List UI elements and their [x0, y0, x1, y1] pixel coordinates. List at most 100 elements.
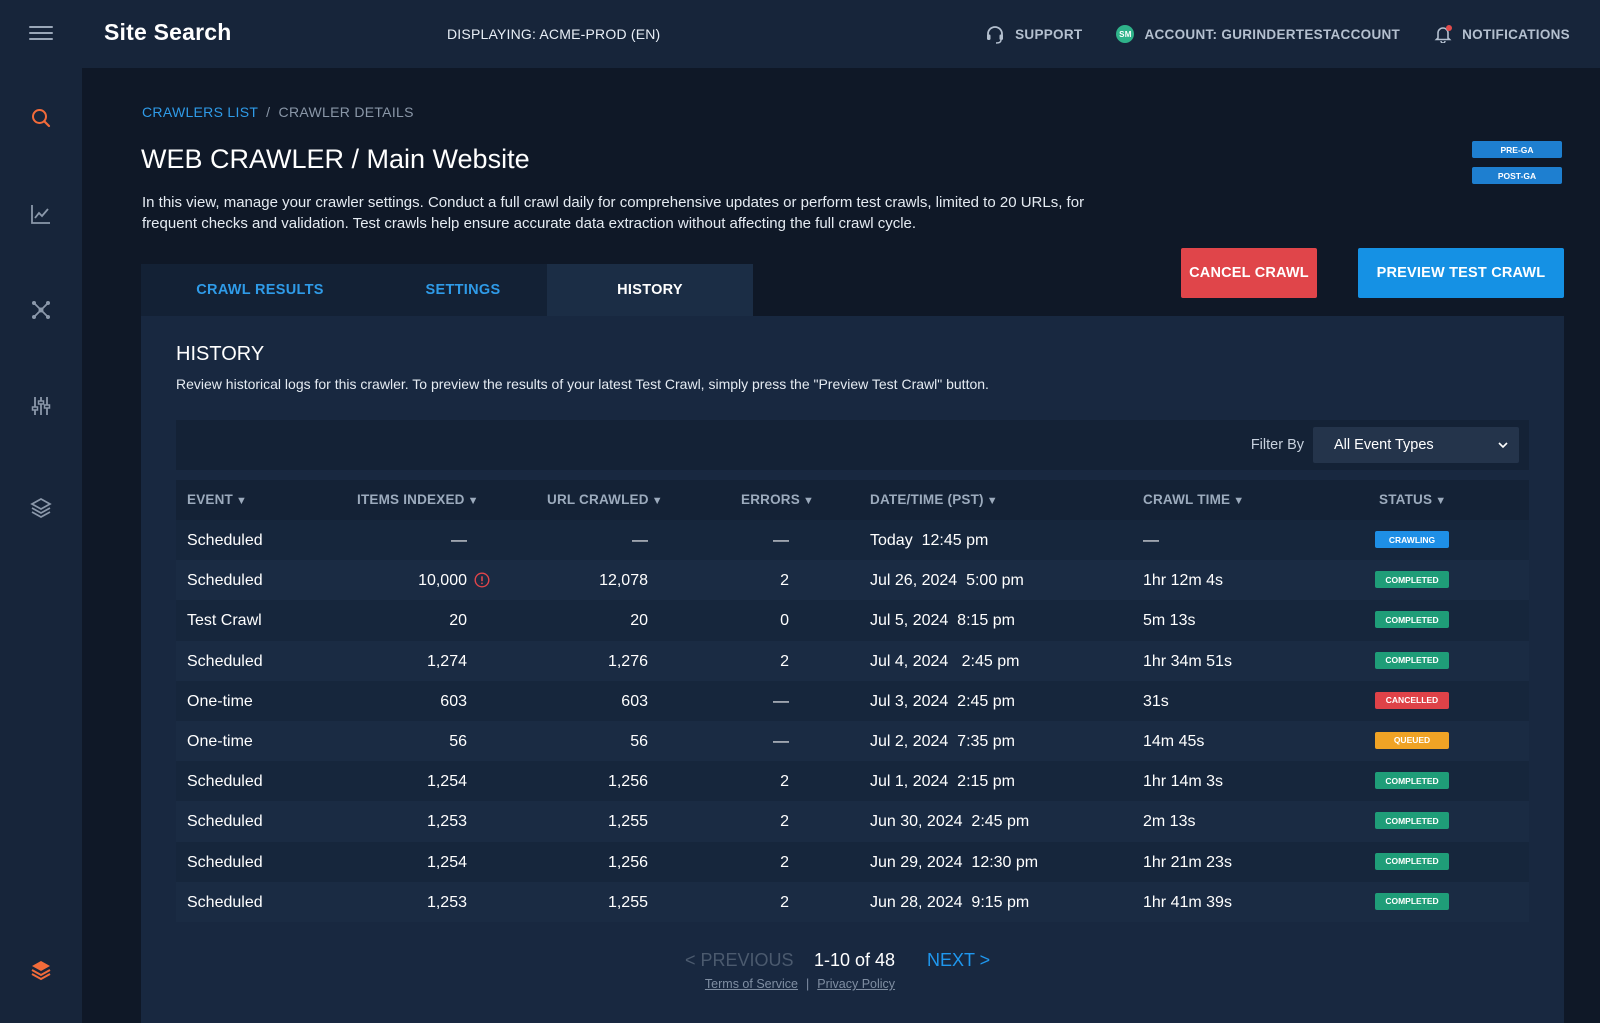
layers-icon[interactable] — [29, 496, 53, 520]
cell-event: Scheduled — [187, 572, 263, 590]
filter-label: Filter By — [1250, 437, 1304, 453]
cell-errors: 2 — [780, 813, 789, 831]
top-bar: Site Search DISPLAYING: ACME-PROD (EN) S… — [0, 0, 1600, 68]
support-link[interactable]: SUPPORT — [985, 24, 1082, 44]
column-header-status[interactable]: STATUS ▼ — [1379, 492, 1446, 507]
table-row[interactable]: Scheduled 1,254 1,256 2 Jul 1, 2024 2:15 pm 1… — [176, 761, 1529, 802]
table-row[interactable]: Scheduled 10,000 12,078 2 Jul 26, 2024 5:00 … — [176, 560, 1529, 601]
main-content: CRAWLERS LIST / CRAWLER DETAILS WEB CRAW… — [82, 68, 1600, 1023]
breadcrumb-current: CRAWLER DETAILS — [278, 104, 414, 120]
cell-datetime: Jul 4, 2024 2:45 pm — [870, 652, 1020, 670]
status-badge: COMPLETED — [1375, 852, 1449, 870]
post-ga-badge[interactable]: POST-GA — [1472, 167, 1562, 184]
cell-crawl-time: — — [1143, 532, 1159, 549]
history-table: EVENT ▼ ITEMS INDEXED ▼ URL CRAWLED ▼ ERROR… — [176, 480, 1529, 922]
table-row[interactable]: Scheduled — — — Today 12:45 pm — CRAWLING — [176, 520, 1529, 561]
settings-sliders-icon[interactable] — [29, 394, 53, 418]
preview-test-crawl-button[interactable]: PREVIEW TEST CRAWL — [1358, 248, 1564, 298]
cell-items-indexed: 56 — [449, 732, 467, 750]
event-type-filter-select[interactable]: All Event Types — [1313, 427, 1519, 463]
cell-event: One-time — [187, 732, 253, 750]
cell-errors: — — [773, 692, 789, 710]
cell-datetime: Jul 1, 2024 2:15 pm — [870, 773, 1015, 791]
cell-errors: 2 — [780, 853, 789, 871]
tab-settings[interactable]: SETTINGS — [379, 264, 547, 316]
privacy-policy-link[interactable]: Privacy Policy — [817, 977, 895, 991]
cell-crawl-time: 31s — [1143, 692, 1169, 710]
cell-event: Scheduled — [187, 813, 263, 831]
sort-arrow-icon: ▼ — [986, 495, 998, 507]
cell-crawl-time: 1hr 34m 51s — [1143, 652, 1232, 670]
table-row[interactable]: One-time 56 56 — Jul 2, 2024 7:35 pm 14m 45s Q… — [176, 720, 1529, 762]
status-badge: CRAWLING — [1375, 531, 1449, 548]
cell-items-indexed: 1,253 — [426, 813, 467, 831]
cell-crawl-time: 14m 45s — [1143, 732, 1205, 750]
hamburger-menu-icon[interactable] — [26, 22, 56, 46]
tab-history[interactable]: HISTORY — [547, 264, 753, 316]
account-menu[interactable]: SM ACCOUNT: GURINDERTESTACCOUNT — [1116, 25, 1400, 43]
column-header-crawl-time[interactable]: CRAWL TIME ▼ — [1143, 492, 1244, 507]
status-badge: COMPLETED — [1375, 651, 1449, 669]
terms-of-service-link[interactable]: Terms of Service — [705, 977, 798, 991]
table-row[interactable]: Scheduled 1,254 1,256 2 Jun 29, 2024 12:30 p… — [176, 841, 1529, 882]
table-row[interactable]: Scheduled 1,274 1,276 2 Jul 4, 2024 2:45 pm 1… — [176, 640, 1529, 681]
cell-errors: 2 — [780, 773, 789, 791]
notifications-label: NOTIFICATIONS — [1462, 26, 1570, 42]
tab-crawl-results[interactable]: CRAWL RESULTS — [141, 264, 379, 316]
cell-errors: 0 — [780, 612, 789, 630]
tab-bar: CRAWL RESULTS SETTINGS HISTORY — [141, 264, 753, 316]
breadcrumb-crawlers-list[interactable]: CRAWLERS LIST — [142, 104, 258, 120]
analytics-icon[interactable] — [29, 202, 53, 226]
column-header-errors[interactable]: ERRORS ▼ — [741, 492, 814, 507]
cancel-crawl-button[interactable]: CANCEL CRAWL — [1181, 248, 1317, 298]
table-row[interactable]: Test Crawl 20 20 0 Jul 5, 2024 8:15 pm 5m 13s… — [176, 600, 1529, 641]
status-badge: COMPLETED — [1375, 571, 1449, 589]
cell-url-crawled: 1,255 — [607, 893, 648, 911]
column-header-datetime[interactable]: DATE/TIME (PST) ▼ — [870, 492, 998, 507]
table-header: EVENT ▼ ITEMS INDEXED ▼ URL CRAWLED ▼ ERROR… — [176, 480, 1529, 520]
column-header-event[interactable]: EVENT ▼ — [187, 492, 247, 507]
cell-url-crawled: 603 — [621, 692, 648, 710]
footer-separator: | — [806, 977, 810, 991]
headset-icon — [987, 26, 1004, 44]
search-icon[interactable] — [29, 106, 53, 130]
cell-event: Scheduled — [187, 893, 263, 911]
cell-items-indexed: 10,000 — [418, 572, 467, 590]
table-row[interactable]: One-time 603 603 — Jul 3, 2024 2:45 pm 31s CAN… — [176, 680, 1529, 721]
status-badge: COMPLETED — [1375, 611, 1449, 629]
table-row[interactable]: Scheduled 1,253 1,255 2 Jun 28, 2024 9:15 pm… — [176, 881, 1529, 922]
cell-url-crawled: 1,256 — [607, 773, 648, 791]
cell-crawl-time: 1hr 12m 4s — [1143, 572, 1224, 590]
cell-items-indexed: 1,253 — [426, 893, 467, 911]
table-row[interactable]: Scheduled 1,253 1,255 2 Jun 30, 2024 2:45 pm… — [176, 801, 1529, 842]
next-page-button[interactable]: NEXT > — [927, 950, 990, 971]
environment-display: DISPLAYING: ACME-PROD (EN) — [447, 26, 661, 42]
bell-icon — [1434, 25, 1453, 44]
previous-page-button[interactable]: < PREVIOUS — [685, 950, 794, 971]
status-badge: COMPLETED — [1375, 892, 1449, 910]
cell-items-indexed: 1,254 — [426, 853, 467, 871]
avatar: SM — [1116, 25, 1135, 43]
cell-errors: — — [773, 532, 789, 549]
warning-icon[interactable] — [474, 572, 490, 588]
table-body: Scheduled — — — Today 12:45 pm — CRAWLING Sched… — [176, 520, 1529, 922]
support-label: SUPPORT — [1015, 26, 1083, 42]
crawler-icon[interactable] — [29, 298, 53, 322]
column-header-items-indexed[interactable]: ITEMS INDEXED ▼ — [357, 492, 479, 507]
cell-datetime: Jul 5, 2024 8:15 pm — [870, 612, 1015, 630]
cell-url-crawled: 20 — [630, 612, 648, 630]
pre-ga-badge[interactable]: PRE-GA — [1472, 141, 1562, 158]
notifications-link[interactable]: NOTIFICATIONS — [1434, 25, 1570, 44]
status-badge: CANCELLED — [1375, 691, 1449, 709]
sort-arrow-icon: ▼ — [802, 495, 815, 507]
account-label: ACCOUNT: GURINDERTESTACCOUNT — [1144, 26, 1401, 42]
cell-datetime: Today 12:45 pm — [870, 532, 989, 549]
cell-event: Scheduled — [187, 773, 263, 791]
cell-datetime: Jun 29, 2024 12:30 pm — [870, 853, 1039, 871]
cell-datetime: Jun 28, 2024 9:15 pm — [870, 893, 1030, 911]
top-right-nav: SUPPORT SM ACCOUNT: GURINDERTESTACCOUNT … — [985, 0, 1570, 68]
column-header-url-crawled[interactable]: URL CRAWLED ▼ — [547, 492, 663, 507]
cell-crawl-time: 1hr 41m 39s — [1143, 893, 1232, 911]
cell-datetime: Jul 2, 2024 7:35 pm — [870, 732, 1015, 750]
cell-datetime: Jul 26, 2024 5:00 pm — [870, 572, 1024, 590]
